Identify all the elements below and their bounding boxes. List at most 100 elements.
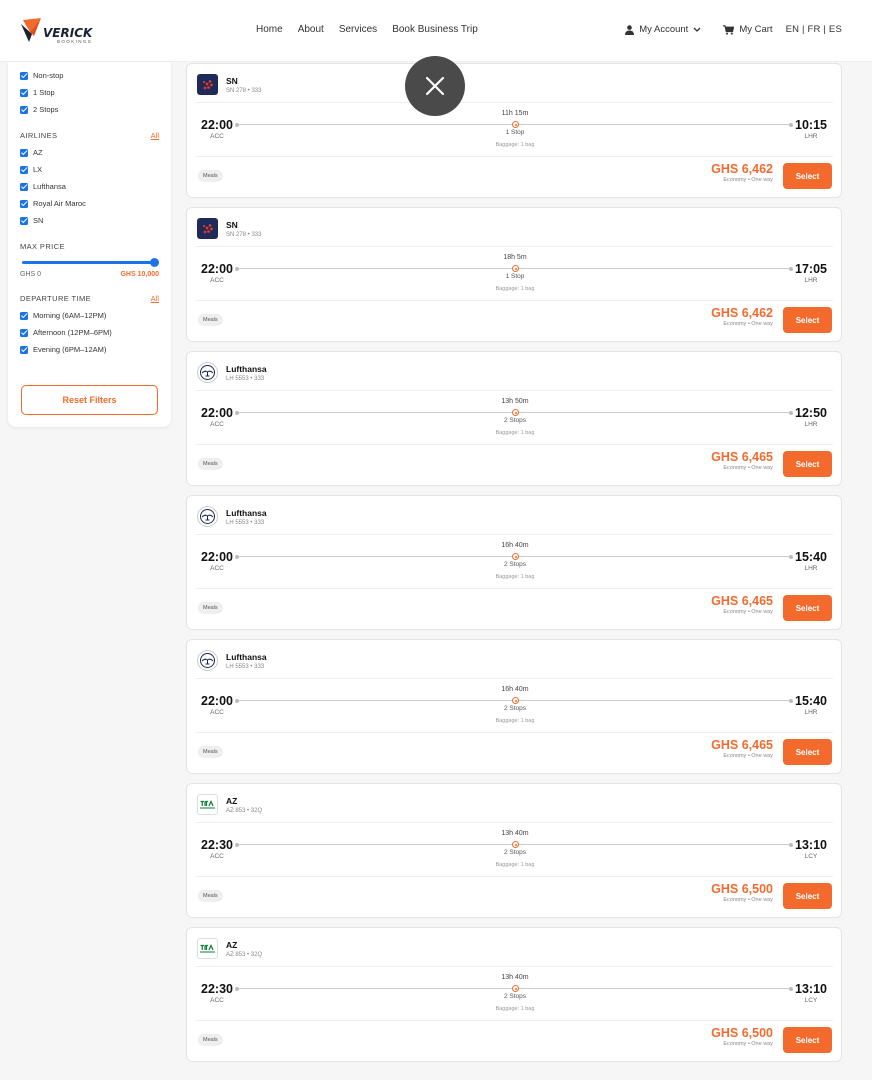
my-cart-link[interactable]: My Cart xyxy=(723,24,773,35)
departure-info: 22:00 ACC xyxy=(197,262,237,284)
nav-home[interactable]: Home xyxy=(256,24,283,35)
airlines-all-link[interactable]: All xyxy=(151,131,159,140)
filter-label: Royal Air Maroc xyxy=(33,199,86,208)
filter-stops-nonstop[interactable]: Non-stop xyxy=(20,67,159,84)
filter-airline-lufthansa[interactable]: Lufthansa xyxy=(20,178,159,195)
airline-info: AZ AZ 853 • 32Q xyxy=(197,794,262,815)
cabin-class: Economy • One way xyxy=(723,753,773,759)
airline-logo-icon xyxy=(197,506,218,527)
stop-count: 2 Stops xyxy=(503,705,527,712)
flight-number: LH 5553 • 333 xyxy=(226,663,265,670)
flight-duration: 18h 5m xyxy=(503,254,527,261)
meals-badge: Meals xyxy=(198,1034,223,1046)
airline-logo-icon xyxy=(197,362,218,383)
filter-departure-afternoon[interactable]: Afternoon (12PM–6PM) xyxy=(20,324,159,341)
flight-duration: 11h 15m xyxy=(501,110,529,117)
price-amount: GHS 6,500 xyxy=(711,882,773,896)
nav-book-business-trip[interactable]: Book Business Trip xyxy=(392,24,478,35)
filter-label: 1 Stop xyxy=(33,88,55,97)
price-info: GHS 6,465 Economy • One way xyxy=(711,450,773,471)
arrival-info: 17:05 LHR xyxy=(791,262,831,284)
slider-handle[interactable] xyxy=(150,257,159,267)
filter-stops-1[interactable]: 1 Stop xyxy=(20,84,159,101)
verick-logo[interactable]: VERICK BOOKINGS xyxy=(20,16,92,45)
checkbox-checked[interactable] xyxy=(20,216,28,225)
price-info: GHS 6,462 Economy • One way xyxy=(711,306,773,327)
max-price-slider[interactable] xyxy=(20,257,159,267)
price-info: GHS 6,465 Economy • One way xyxy=(711,594,773,615)
flight-duration: 16h 40m xyxy=(501,542,529,549)
select-flight-button[interactable]: Select xyxy=(783,163,832,189)
user-icon xyxy=(625,24,635,35)
airline-name: Lufthansa xyxy=(226,651,267,662)
filter-airline-lx[interactable]: LX xyxy=(20,161,159,178)
filter-airline-royal-air-maroc[interactable]: Royal Air Maroc xyxy=(20,195,159,212)
airline-info: Lufthansa LH 5553 • 333 xyxy=(197,650,267,671)
checkbox-checked[interactable] xyxy=(20,105,28,114)
select-flight-button[interactable]: Select xyxy=(783,1027,832,1053)
filter-stops-2[interactable]: 2 Stops xyxy=(20,101,159,118)
filter-departure-morning[interactable]: Morning (6AM–12PM) xyxy=(20,307,159,324)
stop-marker-icon xyxy=(512,841,519,848)
checkbox-checked[interactable] xyxy=(20,345,28,354)
logo-wordmark: VERICK xyxy=(43,26,93,40)
arrival-info: 10:15 LHR xyxy=(791,118,831,140)
airline-logo-icon xyxy=(197,218,218,239)
airline-logo-icon xyxy=(197,794,218,815)
flight-number: SN 278 • 333 xyxy=(226,231,262,238)
price-amount: GHS 6,465 xyxy=(711,450,773,464)
departure-info: 22:30 ACC xyxy=(197,838,237,860)
meals-badge: Meals xyxy=(198,170,223,182)
checkbox-checked[interactable] xyxy=(20,148,28,157)
price-info: GHS 6,500 Economy • One way xyxy=(711,1026,773,1047)
my-account-menu[interactable]: My Account xyxy=(625,24,701,35)
baggage-info: Baggage: 1 bag xyxy=(495,862,535,868)
price-amount: GHS 6,465 xyxy=(711,738,773,752)
chevron-down-icon xyxy=(693,27,701,32)
flight-number: SN 278 • 333 xyxy=(226,87,262,94)
price-amount: GHS 6,465 xyxy=(711,594,773,608)
nav-services[interactable]: Services xyxy=(339,24,377,35)
divider xyxy=(195,534,833,535)
divider xyxy=(195,1020,833,1021)
filter-label: Morning (6AM–12PM) xyxy=(33,311,107,320)
header-actions: My Account My Cart EN | FR | ES xyxy=(625,24,842,35)
select-flight-button[interactable]: Select xyxy=(783,451,832,477)
filter-label: LX xyxy=(33,165,43,174)
checkbox-checked[interactable] xyxy=(20,71,28,80)
checkbox-checked[interactable] xyxy=(20,165,28,174)
nav-about[interactable]: About xyxy=(298,24,324,35)
select-flight-button[interactable]: Select xyxy=(783,739,832,765)
close-button[interactable] xyxy=(405,56,465,116)
stop-count: 1 Stop xyxy=(505,129,525,136)
checkbox-checked[interactable] xyxy=(20,328,28,337)
arrival-airport: LCY xyxy=(804,997,818,1004)
arrival-time: 12:50 xyxy=(795,406,827,420)
flight-duration: 13h 50m xyxy=(501,398,529,405)
checkbox-checked[interactable] xyxy=(20,311,28,320)
departure-all-link[interactable]: All xyxy=(151,294,159,303)
language-switcher[interactable]: EN | FR | ES xyxy=(786,24,842,35)
filter-departure-evening[interactable]: Evening (6PM–12AM) xyxy=(20,341,159,358)
checkbox-checked[interactable] xyxy=(20,182,28,191)
cabin-class: Economy • One way xyxy=(723,897,773,903)
filter-airline-sn[interactable]: SN xyxy=(20,212,159,229)
departure-airport: ACC xyxy=(210,853,224,860)
divider xyxy=(195,966,833,967)
site-header: VERICK BOOKINGS Home About Services Book… xyxy=(0,0,872,62)
price-amount: GHS 6,462 xyxy=(711,162,773,176)
departure-time: 22:00 xyxy=(201,694,233,708)
checkbox-checked[interactable] xyxy=(20,199,28,208)
select-flight-button[interactable]: Select xyxy=(783,883,832,909)
checkbox-checked[interactable] xyxy=(20,88,28,97)
airlines-heading: AIRLINES All xyxy=(20,128,159,142)
reset-filters-button[interactable]: Reset Filters xyxy=(21,385,158,415)
airline-name: Lufthansa xyxy=(226,363,267,374)
baggage-info: Baggage: 1 bag xyxy=(495,430,535,436)
arrival-time: 10:15 xyxy=(795,118,827,132)
select-flight-button[interactable]: Select xyxy=(783,595,832,621)
arrival-time: 15:40 xyxy=(795,550,827,564)
filter-airline-az[interactable]: AZ xyxy=(20,144,159,161)
arrival-time: 13:10 xyxy=(795,982,827,996)
select-flight-button[interactable]: Select xyxy=(783,307,832,333)
